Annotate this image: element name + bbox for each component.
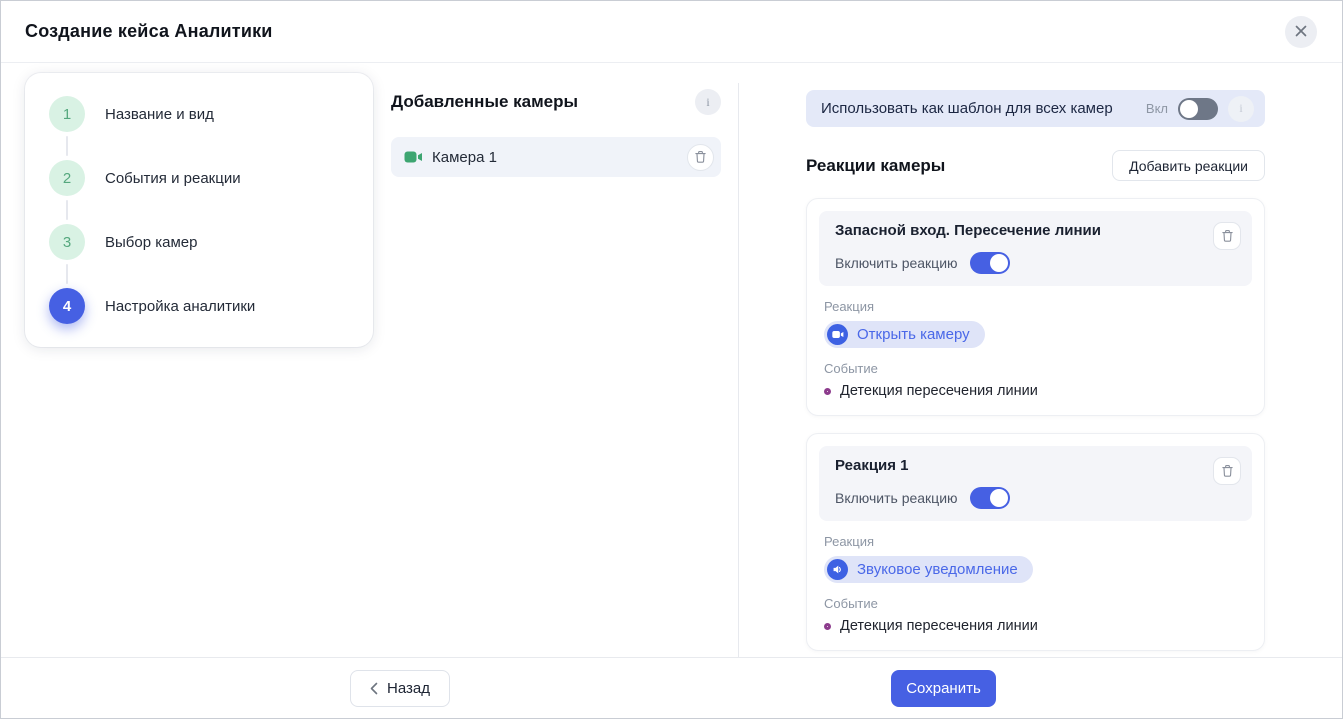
delete-reaction-button[interactable] — [1213, 222, 1241, 250]
event-ring-icon — [824, 623, 831, 630]
reaction-card: Запасной вход. Пересечение линии Включит… — [806, 198, 1265, 416]
step-label: Выбор камер — [105, 234, 197, 251]
event-field-label: Событие — [824, 596, 1247, 611]
use-as-template-toggle[interactable] — [1178, 98, 1218, 120]
panel-divider — [738, 83, 739, 657]
event-field-label: Событие — [824, 361, 1247, 376]
create-analytics-case-dialog: Создание кейса Аналитики 1 Название и ви… — [0, 0, 1343, 719]
event-name: Детекция пересечения линии — [840, 618, 1038, 634]
reactions-title: Реакции камеры — [806, 156, 945, 176]
trash-icon — [1221, 464, 1234, 478]
step-number-badge: 1 — [49, 96, 85, 132]
step-item-name-and-type[interactable]: 1 Название и вид — [49, 96, 349, 132]
reaction-chip-label: Звуковое уведомление — [857, 561, 1018, 578]
reaction-chip-sound-notification[interactable]: Звуковое уведомление — [824, 556, 1033, 583]
step-connector — [66, 200, 68, 220]
use-as-template-banner: Использовать как шаблон для всех камер В… — [806, 90, 1265, 127]
reaction-card-header: Реакция 1 Включить реакцию — [819, 446, 1252, 521]
toggle-knob — [990, 489, 1008, 507]
wizard-steps-card: 1 Название и вид 2 События и реакции 3 В… — [25, 73, 373, 347]
enable-reaction-toggle[interactable] — [970, 252, 1010, 274]
toggle-caption: Вкл — [1146, 101, 1168, 116]
reaction-chip-open-camera[interactable]: Открыть камеру — [824, 321, 985, 348]
chevron-left-icon — [370, 682, 378, 695]
speaker-icon — [827, 559, 848, 580]
reaction-chip-label: Открыть камеру — [857, 326, 970, 343]
reaction-card-header: Запасной вход. Пересечение линии Включит… — [819, 211, 1252, 286]
delete-camera-button[interactable] — [687, 144, 714, 171]
step-connector — [66, 264, 68, 284]
save-button[interactable]: Сохранить — [891, 670, 996, 707]
camera-icon — [827, 324, 848, 345]
reaction-field-label: Реакция — [824, 534, 1247, 549]
trash-icon — [694, 150, 707, 164]
added-cameras-section: Добавленные камеры i Камера 1 — [391, 89, 721, 177]
step-label: Название и вид — [105, 106, 214, 123]
step-label: Настройка аналитики — [105, 298, 255, 315]
dialog-header: Создание кейса Аналитики — [1, 1, 1342, 63]
trash-icon — [1221, 229, 1234, 243]
camera-icon — [404, 150, 423, 164]
step-number-badge: 3 — [49, 224, 85, 260]
reaction-field-label: Реакция — [824, 299, 1247, 314]
reaction-card: Реакция 1 Включить реакцию Реакция Звуко… — [806, 433, 1265, 651]
info-icon[interactable]: i — [695, 89, 721, 115]
step-item-analytics-settings[interactable]: 4 Настройка аналитики — [49, 288, 349, 324]
event-ring-icon — [824, 388, 831, 395]
add-reactions-button[interactable]: Добавить реакции — [1112, 150, 1265, 181]
step-label: События и реакции — [105, 170, 241, 187]
step-number-badge: 4 — [49, 288, 85, 324]
back-button-label: Назад — [387, 680, 430, 697]
toggle-knob — [1180, 100, 1198, 118]
back-button[interactable]: Назад — [350, 670, 450, 707]
reaction-card-title: Реакция 1 — [835, 457, 1236, 474]
event-name: Детекция пересечения линии — [840, 383, 1038, 399]
camera-reactions-panel: Использовать как шаблон для всех камер В… — [806, 90, 1265, 651]
step-item-camera-selection[interactable]: 3 Выбор камер — [49, 224, 349, 260]
toggle-knob — [990, 254, 1008, 272]
added-cameras-title: Добавленные камеры — [391, 92, 578, 112]
event-item: Детекция пересечения линии — [824, 618, 1252, 634]
use-as-template-label: Использовать как шаблон для всех камер — [821, 100, 1136, 117]
camera-name: Камера 1 — [432, 149, 678, 166]
close-icon — [1294, 24, 1308, 41]
close-button[interactable] — [1285, 16, 1317, 48]
enable-reaction-toggle[interactable] — [970, 487, 1010, 509]
dialog-title: Создание кейса Аналитики — [25, 21, 273, 42]
delete-reaction-button[interactable] — [1213, 457, 1241, 485]
dialog-footer: Назад Сохранить — [1, 657, 1342, 718]
camera-list-item[interactable]: Камера 1 — [391, 137, 721, 177]
reaction-card-title: Запасной вход. Пересечение линии — [835, 222, 1236, 239]
enable-reaction-label: Включить реакцию — [835, 255, 958, 271]
step-connector — [66, 136, 68, 156]
step-number-badge: 2 — [49, 160, 85, 196]
enable-reaction-label: Включить реакцию — [835, 490, 958, 506]
info-icon[interactable]: i — [1228, 96, 1254, 122]
event-item: Детекция пересечения линии — [824, 383, 1252, 399]
step-item-events-and-reactions[interactable]: 2 События и реакции — [49, 160, 349, 196]
